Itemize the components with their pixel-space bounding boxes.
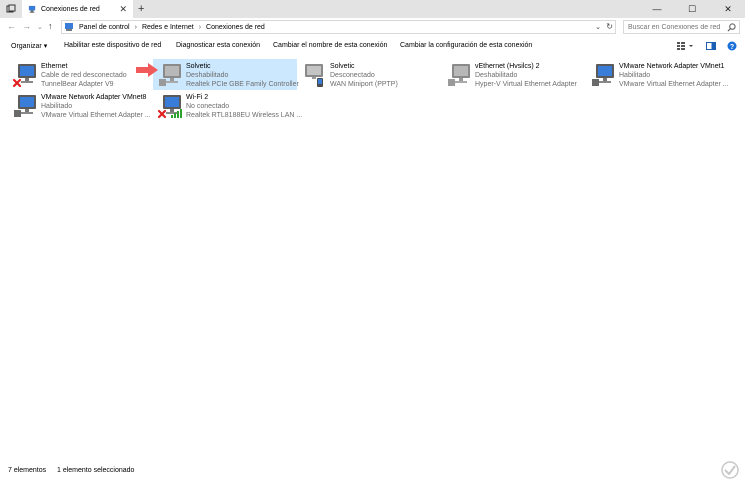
connection-text: Ethernet Cable de red desconectado Tunne… (41, 62, 127, 89)
organize-label: Organizar (11, 43, 42, 50)
connection-status: Deshabilitado (186, 72, 229, 79)
search-input[interactable] (624, 21, 724, 33)
close-window-button[interactable]: ✕ (711, 0, 745, 18)
connection-text: Solvetic Desconectado WAN Miniport (PPTP… (330, 62, 398, 89)
connection-adapter: WAN Miniport (PPTP) (330, 81, 398, 88)
connection-status: Cable de red desconectado (41, 72, 127, 79)
ethernet-enabled-icon (592, 64, 614, 86)
svg-text:?: ? (730, 44, 734, 51)
connection-name: VMware Network Adapter VMnet8 (41, 94, 147, 101)
change-settings-button[interactable]: Cambiar la configuración de esta conexió… (400, 42, 532, 49)
ethernet-disabled-icon (159, 64, 181, 86)
ethernet-disabled-icon (448, 64, 470, 86)
connection-adapter: Hyper-V Virtual Ethernet Adapter (475, 81, 577, 88)
connection-name: Solvetic (330, 63, 355, 70)
connection-status: No conectado (186, 103, 230, 110)
connection-status: Habilitado (41, 103, 73, 110)
address-bar-row: ← → ⌄ ↑ Panel de control › Redes e Inter… (0, 18, 745, 36)
connection-status: Deshabilitado (475, 72, 518, 79)
tab-conexiones-de-red[interactable]: Conexiones de red ✕ (22, 0, 133, 18)
connection-text: Wi-Fi 2 No conectado Realtek RTL8188EU W… (186, 93, 302, 120)
connection-adapter: VMware Virtual Ethernet Adapter ... (619, 81, 729, 88)
status-bar: 7 elementos 1 elemento seleccionado (0, 461, 745, 479)
connection-status: Desconectado (330, 72, 375, 79)
connection-name: Wi-Fi 2 (186, 94, 209, 101)
window-menu-button[interactable] (0, 0, 22, 18)
connection-item-ethernet[interactable]: Ethernet Cable de red desconectado Tunne… (8, 59, 152, 90)
search-box[interactable] (623, 20, 740, 34)
connection-name: Solvetic (186, 63, 211, 70)
tab-close-icon[interactable]: ✕ (119, 4, 127, 14)
breadcrumb-redes-e-internet[interactable]: Redes e Internet (142, 24, 194, 31)
connection-adapter: TunnelBear Adapter V9 (41, 81, 114, 88)
connection-text: VMware Network Adapter VMnet8 Habilitado… (41, 93, 151, 120)
diagnose-button[interactable]: Diagnosticar esta conexión (176, 42, 260, 49)
view-options-icon (677, 42, 693, 50)
connection-status: Habilitado (619, 72, 651, 79)
minimize-button[interactable]: — (640, 0, 674, 18)
new-tab-button[interactable]: + (138, 2, 144, 16)
refresh-icon[interactable]: ↻ (606, 22, 613, 31)
control-panel-icon (65, 23, 73, 31)
forward-button[interactable]: → (22, 21, 31, 32)
preview-pane-button[interactable] (706, 41, 716, 53)
ethernet-enabled-icon (14, 95, 36, 117)
preview-pane-icon (706, 42, 716, 50)
connection-item-vmnet1[interactable]: VMware Network Adapter VMnet1 Habilitado… (586, 59, 730, 90)
connection-item-vmnet8[interactable]: VMware Network Adapter VMnet8 Habilitado… (8, 90, 152, 121)
help-icon: ? (727, 41, 737, 51)
connection-item-wifi-2[interactable]: Wi-Fi 2 No conectado Realtek RTL8188EU W… (153, 90, 302, 121)
connection-adapter: VMware Virtual Ethernet Adapter ... (41, 112, 151, 119)
help-button[interactable]: ? (727, 41, 737, 53)
breadcrumb-separator-icon[interactable]: › (135, 24, 137, 31)
connection-adapter: Realtek PCIe GBE Family Controller (186, 81, 299, 88)
connection-text: vEthernet (Hvsilcs) 2 Deshabilitado Hype… (475, 62, 577, 89)
connection-item-solvetic-ethernet[interactable]: Solvetic Deshabilitado Realtek PCIe GBE … (153, 59, 299, 90)
command-bar: Organizar ▾ Habilitar este dispositivo d… (0, 36, 745, 56)
wifi-disconnected-icon (157, 95, 182, 119)
connection-name: Ethernet (41, 63, 68, 70)
change-view-button[interactable] (676, 41, 694, 53)
search-icon[interactable] (727, 23, 736, 32)
tab-title: Conexiones de red (41, 5, 100, 13)
connection-item-vethernet[interactable]: vEthernet (Hvsilcs) 2 Deshabilitado Hype… (442, 59, 586, 90)
organize-button[interactable]: Organizar ▾ (11, 42, 47, 50)
organize-dropdown-icon: ▾ (43, 43, 48, 50)
vpn-connection-icon (305, 64, 323, 87)
selection-count: 1 elemento seleccionado (57, 467, 135, 474)
breadcrumb-separator-icon[interactable]: › (199, 24, 201, 31)
connection-item-solvetic-vpn[interactable]: Solvetic Desconectado WAN Miniport (PPTP… (297, 59, 441, 90)
maximize-button[interactable]: ☐ (675, 0, 709, 18)
connection-name: VMware Network Adapter VMnet1 (619, 63, 725, 70)
enable-device-button[interactable]: Habilitar este dispositivo de red (64, 42, 161, 49)
breadcrumb-panel-de-control[interactable]: Panel de control (79, 24, 130, 31)
item-count: 7 elementos (8, 467, 47, 474)
back-button[interactable]: ← (7, 21, 16, 32)
recent-locations-button[interactable]: ⌄ (37, 22, 43, 33)
breadcrumb-conexiones-de-red[interactable]: Conexiones de red (206, 24, 265, 31)
title-bar: Conexiones de red ✕ + — ☐ ✕ (0, 0, 745, 18)
ethernet-disconnected-icon (12, 64, 36, 88)
connection-text: VMware Network Adapter VMnet1 Habilitado… (619, 62, 729, 89)
address-field[interactable]: Panel de control › Redes e Internet › Co… (61, 20, 616, 34)
red-arrow-icon (136, 63, 158, 77)
network-folder-icon (28, 5, 36, 13)
connection-text: Solvetic Deshabilitado Realtek PCIe GBE … (186, 62, 299, 89)
up-button[interactable]: ↑ (48, 21, 53, 32)
solvetic-logo-icon (721, 461, 739, 479)
rename-connection-button[interactable]: Cambiar el nombre de esta conexión (273, 42, 387, 49)
window-menu-icon (6, 4, 16, 13)
connections-view: Ethernet Cable de red desconectado Tunne… (0, 56, 745, 461)
connection-name: vEthernet (Hvsilcs) 2 (475, 63, 540, 70)
address-dropdown-icon[interactable]: ⌄ (595, 23, 601, 31)
connection-adapter: Realtek RTL8188EU Wireless LAN ... (186, 112, 303, 119)
